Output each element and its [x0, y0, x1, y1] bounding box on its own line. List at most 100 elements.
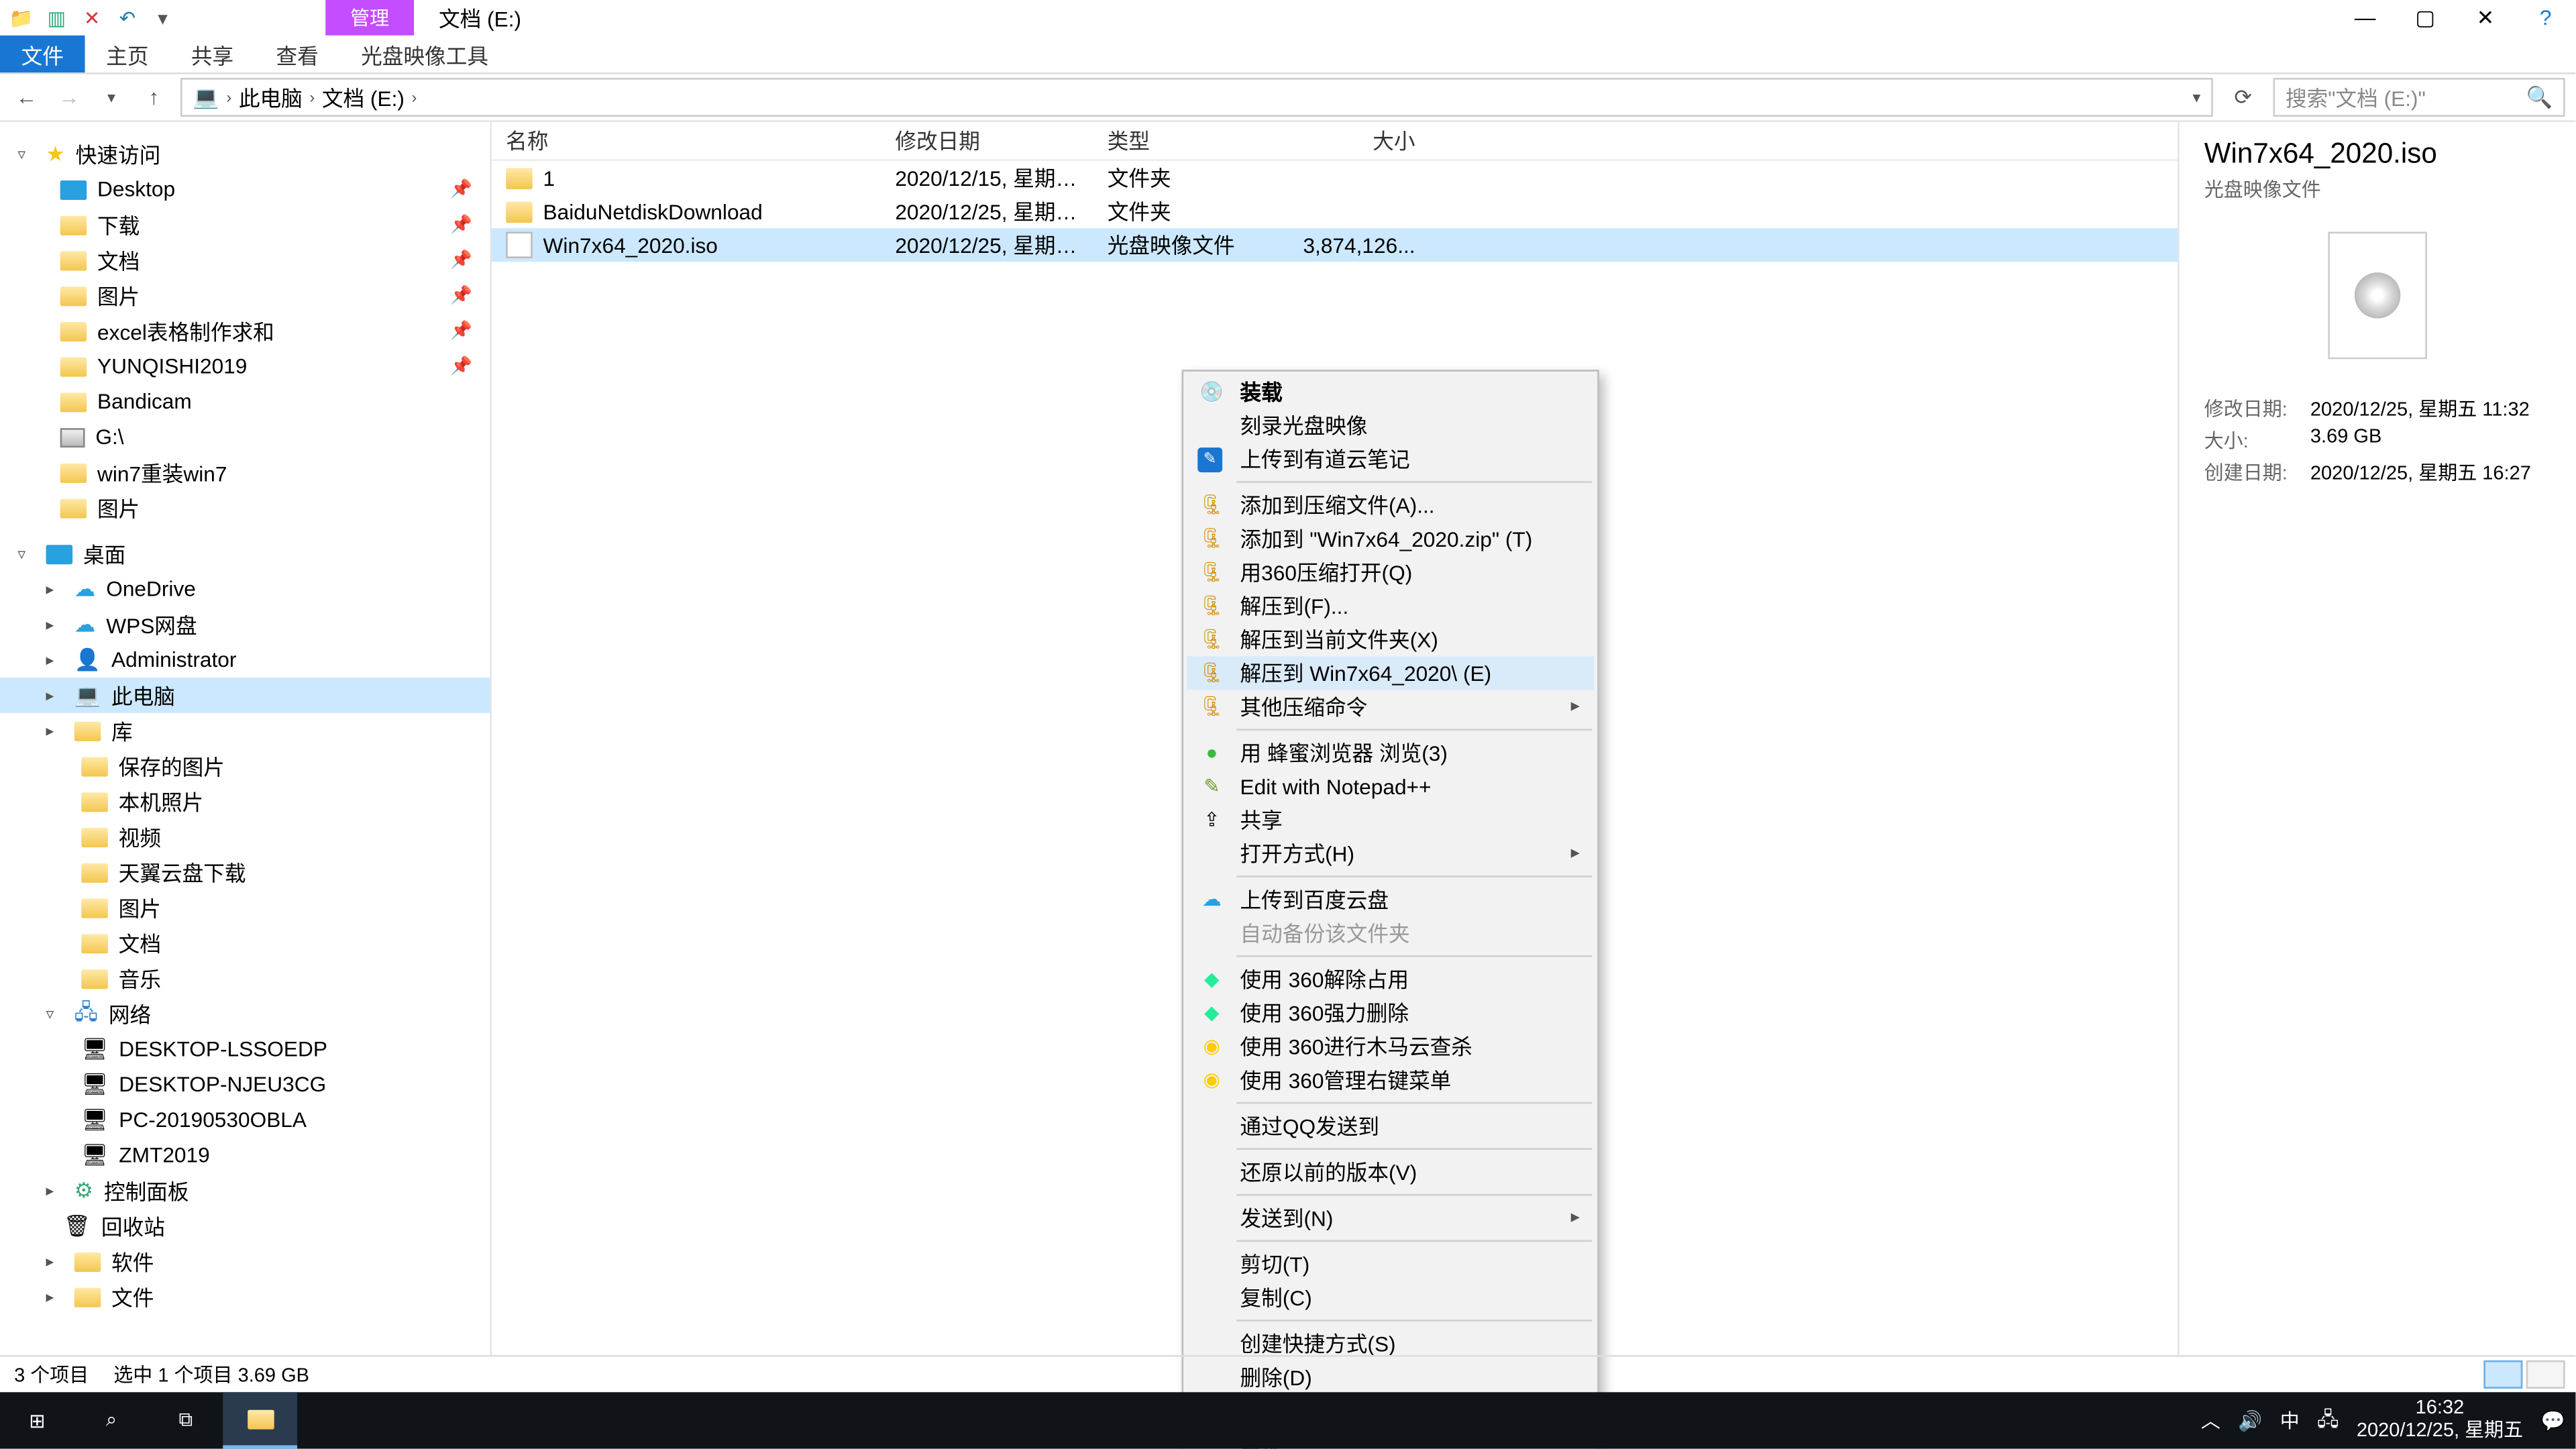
file-row[interactable]: Win7x64_2020.iso2020/12/25, 星期五 1...光盘映像…	[492, 228, 2178, 262]
chevron-right-icon[interactable]: ›	[411, 89, 417, 106]
column-size[interactable]: 大小	[1270, 125, 1429, 156]
menu-item[interactable]: ●用 蜂蜜浏览器 浏览(3)	[1187, 736, 1594, 769]
nav-quick-item[interactable]: G:\	[0, 419, 490, 455]
close-button[interactable]: ✕	[2455, 0, 2516, 36]
menu-item[interactable]: 刻录光盘映像	[1187, 409, 1594, 442]
qat-undo-icon[interactable]: ↶	[113, 3, 142, 32]
nav-software[interactable]: ▸ 软件	[0, 1244, 490, 1279]
action-center-icon[interactable]: 💬	[2541, 1409, 2565, 1432]
ribbon-tab-view[interactable]: 查看	[255, 36, 340, 72]
nav-up-button[interactable]: ↑	[138, 81, 170, 113]
nav-library-item[interactable]: 音乐	[0, 961, 490, 996]
explorer-taskbar-button[interactable]	[223, 1392, 297, 1448]
nav-quick-item[interactable]: win7重装win7	[0, 455, 490, 490]
tray-overflow-icon[interactable]: ︿	[2201, 1406, 2220, 1434]
menu-item[interactable]: 通过QQ发送到	[1187, 1109, 1594, 1142]
menu-item[interactable]: 🗜用360压缩打开(Q)	[1187, 555, 1594, 589]
menu-item[interactable]: 还原以前的版本(V)	[1187, 1155, 1594, 1189]
qat-checkbox-icon[interactable]: ▥	[42, 3, 70, 32]
task-view-button[interactable]: ⧉	[149, 1392, 223, 1448]
menu-item[interactable]: ◉使用 360管理右键菜单	[1187, 1063, 1594, 1097]
nav-control-panel[interactable]: ▸⚙ 控制面板	[0, 1173, 490, 1208]
menu-item[interactable]: ◆使用 360强力删除	[1187, 996, 1594, 1030]
chevron-right-icon[interactable]: ›	[309, 89, 315, 106]
menu-item[interactable]: ◆使用 360解除占用	[1187, 963, 1594, 996]
nav-library-item[interactable]: 保存的图片	[0, 748, 490, 784]
network-icon[interactable]: 🖧	[2317, 1403, 2339, 1437]
start-button[interactable]: ⊞	[0, 1392, 74, 1448]
menu-item[interactable]: 🗜解压到当前文件夹(X)	[1187, 623, 1594, 656]
nav-quick-access[interactable]: ▿ ★ 快速访问	[0, 136, 490, 172]
nav-quick-item[interactable]: excel表格制作求和📌	[0, 313, 490, 349]
nav-desktop-item[interactable]: ▸💻此电脑	[0, 678, 490, 713]
nav-network-item[interactable]: 🖥DESKTOP-NJEU3CG	[0, 1067, 490, 1102]
menu-item[interactable]: 💿装载	[1187, 375, 1594, 409]
ribbon-tab-home[interactable]: 主页	[85, 36, 170, 72]
nav-quick-item[interactable]: 文档📌	[0, 242, 490, 278]
qat-dropdown-icon[interactable]: ▾	[149, 3, 177, 32]
clock[interactable]: 16:32 2020/12/25, 星期五	[2357, 1397, 2523, 1444]
menu-item[interactable]: 剪切(T)	[1187, 1247, 1594, 1281]
menu-item[interactable]: 复制(C)	[1187, 1281, 1594, 1314]
nav-library-item[interactable]: 本机照片	[0, 784, 490, 819]
menu-item[interactable]: ✎上传到有道云笔记	[1187, 442, 1594, 476]
minimize-button[interactable]: —	[2335, 0, 2396, 36]
nav-desktop-root[interactable]: ▿ 桌面	[0, 536, 490, 572]
menu-item[interactable]: ◉使用 360进行木马云查杀	[1187, 1030, 1594, 1063]
file-row[interactable]: BaiduNetdiskDownload2020/12/25, 星期五 1...…	[492, 195, 2178, 228]
nav-library-item[interactable]: 文档	[0, 925, 490, 961]
column-name[interactable]: 名称	[492, 125, 881, 156]
nav-files[interactable]: ▸ 文件	[0, 1279, 490, 1315]
ribbon-tab-file[interactable]: 文件	[0, 36, 85, 72]
menu-item[interactable]: 🗜解压到 Win7x64_2020\ (E)	[1187, 656, 1594, 690]
menu-item[interactable]: 打开方式(H)▸	[1187, 837, 1594, 870]
breadcrumb-dropdown-icon[interactable]: ▾	[2192, 88, 2200, 107]
nav-quick-item[interactable]: Desktop📌	[0, 172, 490, 207]
menu-item[interactable]: 🗜添加到 "Win7x64_2020.zip" (T)	[1187, 522, 1594, 555]
nav-quick-item[interactable]: Bandicam	[0, 384, 490, 419]
expand-toggle-icon[interactable]: ▿	[17, 544, 35, 564]
menu-item[interactable]: 🗜添加到压缩文件(A)...	[1187, 488, 1594, 522]
nav-desktop-item[interactable]: ▸☁WPS网盘	[0, 606, 490, 642]
nav-network[interactable]: ▿ 🖧 网络	[0, 996, 490, 1032]
view-icons-button[interactable]	[2526, 1360, 2565, 1389]
qat-delete-icon[interactable]: ✕	[78, 3, 106, 32]
search-button[interactable]: ⌕	[74, 1392, 149, 1448]
nav-quick-item[interactable]: 下载📌	[0, 207, 490, 243]
file-row[interactable]: 12020/12/15, 星期二 1...文件夹	[492, 161, 2178, 195]
crumb-drive-e[interactable]: 文档 (E:)	[322, 83, 405, 113]
nav-network-item[interactable]: 🖥DESKTOP-LSSOEDP	[0, 1031, 490, 1067]
nav-recent-dropdown[interactable]: ▾	[95, 81, 127, 113]
nav-recycle-bin[interactable]: 🗑 回收站	[0, 1208, 490, 1244]
menu-item[interactable]: 🗜其他压缩命令▸	[1187, 690, 1594, 723]
nav-library-item[interactable]: 天翼云盘下载	[0, 855, 490, 890]
menu-item[interactable]: ✎Edit with Notepad++	[1187, 769, 1594, 803]
view-details-button[interactable]	[2483, 1360, 2522, 1389]
menu-item[interactable]: ☁上传到百度云盘	[1187, 883, 1594, 916]
nav-back-button[interactable]: ←	[11, 81, 42, 113]
ime-indicator[interactable]: 中	[2280, 1406, 2300, 1434]
expand-toggle-icon[interactable]: ▸	[46, 614, 64, 634]
expand-toggle-icon[interactable]: ▸	[46, 580, 64, 599]
crumb-this-pc[interactable]: 此电脑	[239, 83, 303, 113]
expand-toggle-icon[interactable]: ▿	[46, 1004, 64, 1023]
menu-item[interactable]: ⇪共享	[1187, 803, 1594, 837]
column-date[interactable]: 修改日期	[881, 125, 1093, 156]
nav-desktop-item[interactable]: ▸☁OneDrive	[0, 572, 490, 607]
context-tab-manage[interactable]: 管理	[325, 0, 414, 36]
chevron-right-icon[interactable]: ›	[226, 89, 231, 106]
nav-library-item[interactable]: 视频	[0, 819, 490, 855]
expand-toggle-icon[interactable]: ▸	[46, 650, 64, 669]
nav-network-item[interactable]: 🖥ZMT2019	[0, 1138, 490, 1173]
search-input[interactable]: 搜索"文档 (E:)" 🔍	[2273, 78, 2565, 117]
nav-network-item[interactable]: 🖥PC-20190530OBLA	[0, 1102, 490, 1138]
help-button[interactable]: ?	[2516, 0, 2576, 36]
nav-quick-item[interactable]: YUNQISHI2019📌	[0, 348, 490, 384]
menu-item[interactable]: 🗜解压到(F)...	[1187, 589, 1594, 623]
expand-toggle-icon[interactable]: ▸	[46, 686, 64, 705]
nav-quick-item[interactable]: 图片📌	[0, 278, 490, 313]
ribbon-tab-disc-tools[interactable]: 光盘映像工具	[339, 36, 509, 72]
nav-forward-button[interactable]: →	[53, 81, 85, 113]
breadcrumb[interactable]: 💻 › 此电脑 › 文档 (E:) › ▾	[180, 78, 2213, 117]
column-type[interactable]: 类型	[1093, 125, 1271, 156]
